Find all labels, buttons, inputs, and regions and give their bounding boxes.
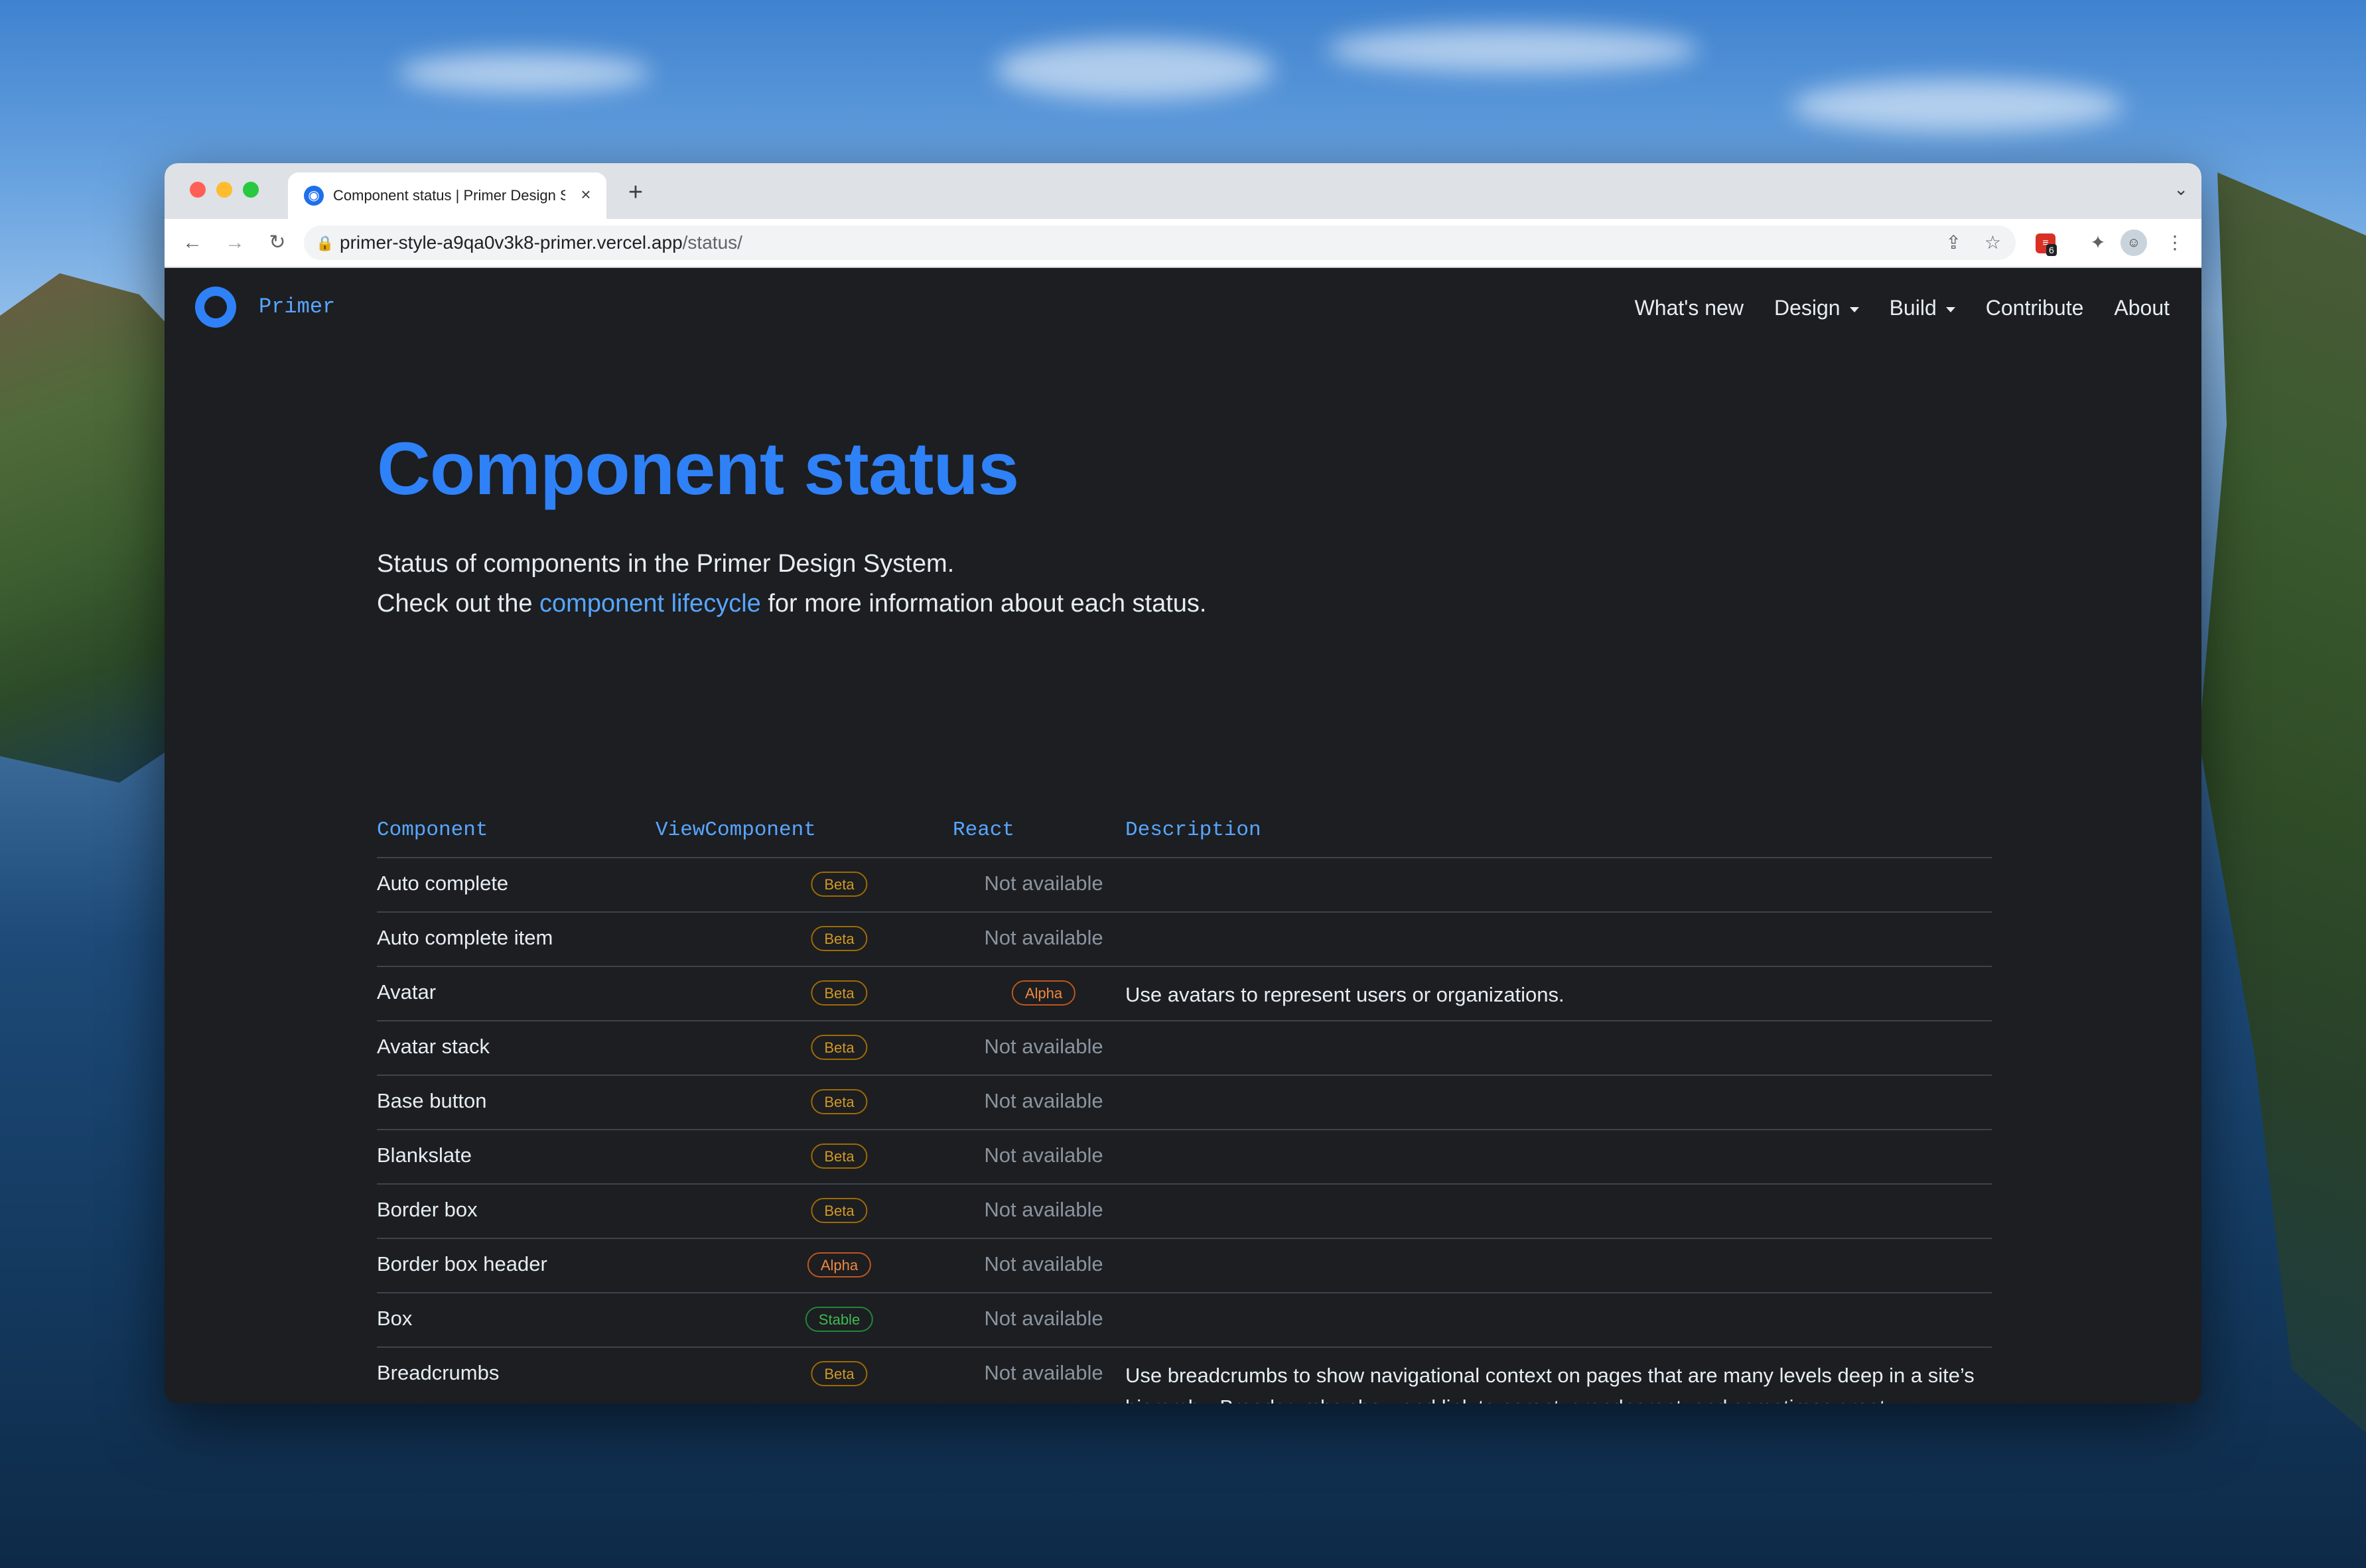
profile-avatar[interactable]: ☺ bbox=[2121, 229, 2147, 256]
component-name[interactable]: Border box header bbox=[377, 1251, 547, 1277]
not-available-text: Not available bbox=[984, 872, 1103, 895]
coastline-right bbox=[2199, 172, 2366, 1433]
lock-icon[interactable]: 🔒 bbox=[316, 235, 334, 252]
table-row: Avatar stack Beta Not available bbox=[377, 1021, 1992, 1076]
not-available-text: Not available bbox=[984, 1089, 1103, 1112]
beta-status-badge: Beta bbox=[811, 1198, 868, 1223]
component-name[interactable]: Border box bbox=[377, 1197, 478, 1223]
react-cell: Not available bbox=[921, 1307, 1166, 1333]
reload-icon[interactable]: ↻ bbox=[263, 228, 292, 257]
browser-menu-icon[interactable]: ⋮ bbox=[2162, 229, 2188, 256]
tab-close-icon[interactable]: × bbox=[576, 184, 596, 204]
react-cell: Not available bbox=[921, 1143, 1166, 1170]
not-available-text: Not available bbox=[984, 1252, 1103, 1275]
bookmark-star-icon[interactable]: ☆ bbox=[1984, 232, 2001, 253]
alpha-status-badge: Alpha bbox=[1011, 980, 1076, 1006]
nav-build[interactable]: Build bbox=[1890, 294, 1955, 321]
tab-strip: ◉ Component status | Primer Design Syste… bbox=[165, 163, 2201, 219]
table-row: Blankslate Beta Not available bbox=[377, 1130, 1992, 1185]
component-name[interactable]: Base button bbox=[377, 1088, 486, 1114]
tab-component-status[interactable]: ◉ Component status | Primer Design Syste… bbox=[288, 172, 606, 219]
back-arrow-icon[interactable]: ← bbox=[178, 228, 207, 257]
forward-arrow-icon[interactable]: → bbox=[220, 228, 249, 257]
caret-down-icon bbox=[1849, 306, 1859, 312]
maximize-window-button[interactable] bbox=[243, 182, 259, 198]
table-row: Base button Beta Not available bbox=[377, 1076, 1992, 1130]
react-cell: Not available bbox=[921, 872, 1166, 898]
react-cell: Not available bbox=[921, 1035, 1166, 1061]
react-cell: Not available bbox=[921, 1089, 1166, 1116]
top-navigation: What's new Design Build Contribute About bbox=[1635, 294, 2170, 321]
react-cell: Not available bbox=[921, 1198, 1166, 1224]
header-viewcomponent: ViewComponent bbox=[656, 818, 816, 842]
address-bar[interactable]: 🔒 primer-style-a9qa0v3k8-primer.vercel.a… bbox=[304, 226, 2016, 260]
extension-badge: 6 bbox=[2046, 244, 2057, 256]
header-description: Description bbox=[1125, 818, 1261, 842]
not-available-text: Not available bbox=[984, 1035, 1103, 1058]
component-name[interactable]: Avatar bbox=[377, 979, 436, 1006]
component-lifecycle-link[interactable]: component lifecycle bbox=[539, 590, 761, 618]
github-favicon-icon: ◉ bbox=[304, 186, 324, 206]
alpha-status-badge: Alpha bbox=[807, 1252, 872, 1277]
lead-line-1: Status of components in the Primer Desig… bbox=[377, 550, 955, 578]
not-available-text: Not available bbox=[984, 1198, 1103, 1221]
close-window-button[interactable] bbox=[190, 182, 206, 198]
extension-red-icon[interactable]: ≡ 6 bbox=[2036, 233, 2057, 256]
table-row: Border box header Alpha Not available bbox=[377, 1239, 1992, 1293]
component-name[interactable]: Breadcrumbs bbox=[377, 1360, 499, 1386]
table-header: Component ViewComponent React Descriptio… bbox=[377, 815, 1992, 858]
share-icon[interactable]: ⇪ bbox=[1946, 232, 1961, 253]
nav-design[interactable]: Design bbox=[1774, 294, 1859, 321]
not-available-text: Not available bbox=[984, 1307, 1103, 1330]
table-row: Auto complete item Beta Not available bbox=[377, 913, 1992, 967]
table-row: Box Stable Not available bbox=[377, 1293, 1992, 1348]
nav-whats-new[interactable]: What's new bbox=[1635, 294, 1744, 321]
beta-status-badge: Beta bbox=[811, 926, 868, 951]
header-component: Component bbox=[377, 818, 488, 842]
component-name[interactable]: Avatar stack bbox=[377, 1033, 490, 1060]
beta-status-badge: Beta bbox=[811, 1035, 868, 1060]
tab-title: Component status | Primer Design System bbox=[333, 187, 565, 204]
beta-status-badge: Beta bbox=[811, 1089, 868, 1114]
table-row: Breadcrumbs Beta Not available Use breadcru… bbox=[377, 1348, 1992, 1404]
browser-window: ◉ Component status | Primer Design Syste… bbox=[165, 163, 2201, 1404]
url-text[interactable]: primer-style-a9qa0v3k8-primer.vercel.app… bbox=[340, 232, 742, 253]
page-title: Component status bbox=[377, 427, 1019, 510]
status-table: Component ViewComponent React Descriptio… bbox=[377, 815, 1992, 1404]
github-logo-icon[interactable] bbox=[195, 287, 236, 328]
table-row: Border box Beta Not available bbox=[377, 1185, 1992, 1239]
component-description: Use breadcrumbs to show navigational con… bbox=[1125, 1364, 1975, 1404]
stable-status-badge: Stable bbox=[805, 1307, 874, 1332]
minimize-window-button[interactable] bbox=[216, 182, 232, 198]
tab-search-chevron-icon[interactable]: ⌄ bbox=[2174, 179, 2188, 200]
beta-status-badge: Beta bbox=[811, 1143, 868, 1169]
nav-about[interactable]: About bbox=[2114, 294, 2170, 321]
component-name[interactable]: Blankslate bbox=[377, 1142, 472, 1169]
component-description: Use avatars to represent users or organi… bbox=[1125, 983, 1565, 1006]
nav-contribute[interactable]: Contribute bbox=[1986, 294, 2084, 321]
react-cell: Not available bbox=[921, 926, 1166, 952]
beta-status-badge: Beta bbox=[811, 1361, 868, 1386]
caret-down-icon bbox=[1945, 306, 1955, 312]
table-row: Avatar Beta Alpha Use avatars to represent … bbox=[377, 967, 1992, 1021]
new-tab-button[interactable]: + bbox=[622, 179, 649, 206]
header-react: React bbox=[953, 818, 1015, 842]
component-name[interactable]: Auto complete item bbox=[377, 925, 553, 951]
component-name[interactable]: Box bbox=[377, 1305, 412, 1332]
lead-line-2: Check out the component lifecycle for mo… bbox=[377, 590, 1207, 618]
beta-status-badge: Beta bbox=[811, 980, 868, 1006]
not-available-text: Not available bbox=[984, 1143, 1103, 1167]
extensions-puzzle-icon[interactable]: ✦ bbox=[2085, 229, 2111, 256]
component-name[interactable]: Auto complete bbox=[377, 870, 508, 897]
brand-link[interactable]: Primer bbox=[259, 294, 335, 319]
react-cell: Not available bbox=[921, 1252, 1166, 1279]
table-row: Auto complete Beta Not available bbox=[377, 858, 1992, 913]
not-available-text: Not available bbox=[984, 1361, 1103, 1384]
beta-status-badge: Beta bbox=[811, 872, 868, 897]
not-available-text: Not available bbox=[984, 926, 1103, 949]
page-content: Primer What's new Design Build Contribut… bbox=[165, 268, 2201, 1404]
browser-toolbar: ← → ↻ 🔒 primer-style-a9qa0v3k8-primer.ve… bbox=[165, 219, 2201, 268]
